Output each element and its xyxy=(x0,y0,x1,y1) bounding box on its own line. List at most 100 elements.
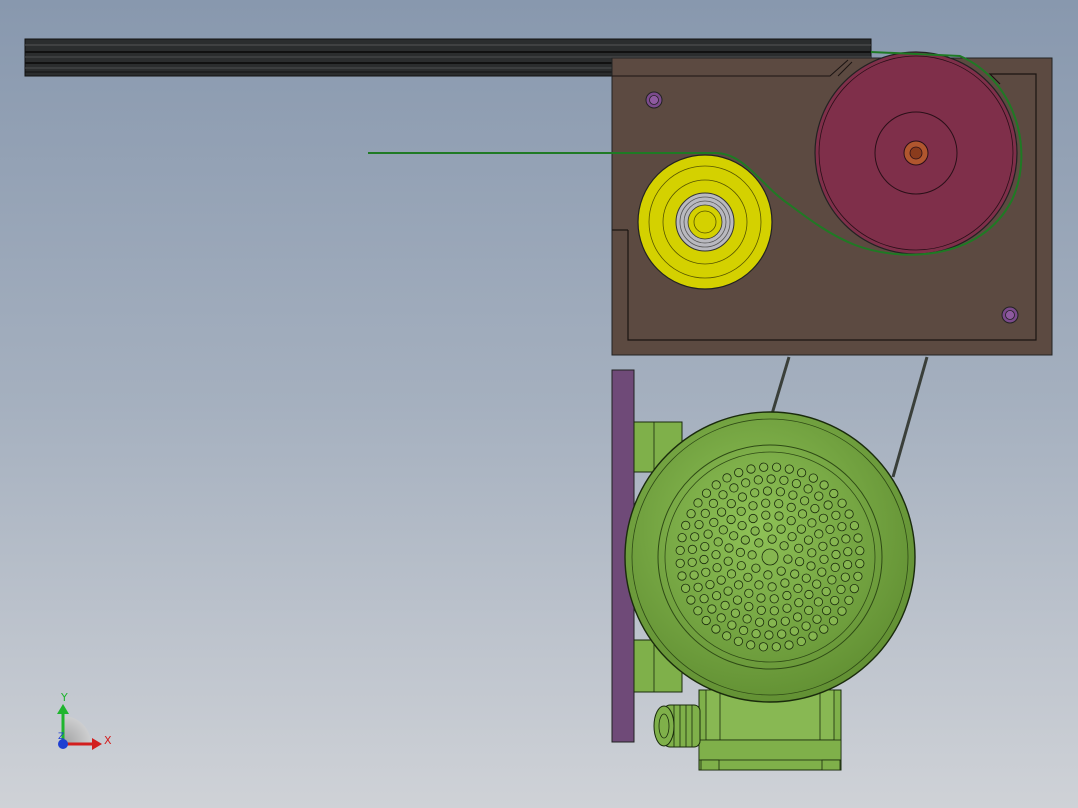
vent-hole xyxy=(687,557,697,567)
vent-hole xyxy=(718,490,728,500)
vent-hole xyxy=(711,624,721,634)
vent-hole xyxy=(804,605,814,616)
vent-hole xyxy=(842,559,853,570)
vent-hole xyxy=(794,598,804,608)
vent-hole xyxy=(761,498,771,508)
vent-hole xyxy=(821,586,831,597)
vent-hole xyxy=(686,595,696,605)
vent-hole xyxy=(746,640,756,650)
vent-hole xyxy=(709,517,719,528)
vent-hole xyxy=(855,558,865,569)
vent-hole xyxy=(775,487,786,497)
cad-model-scene[interactable]: Y X Z xyxy=(0,0,1078,808)
vent-hole xyxy=(711,480,721,490)
vent-hole xyxy=(843,547,853,557)
vent-hole xyxy=(723,556,733,566)
vent-hole xyxy=(699,554,709,565)
vent-hole xyxy=(734,467,744,478)
vent-hole xyxy=(837,522,847,532)
bearing[interactable] xyxy=(675,192,735,252)
vent-hole xyxy=(726,514,736,525)
vent-hole xyxy=(736,561,746,571)
vent-hole xyxy=(803,484,813,494)
vent-hole xyxy=(841,534,851,544)
coordinate-triad[interactable]: Y X Z xyxy=(57,691,112,750)
vent-hole xyxy=(732,595,743,605)
vent-hole xyxy=(784,640,794,650)
vent-hole xyxy=(825,524,835,535)
vent-hole xyxy=(812,579,822,589)
motor-fan-cover[interactable] xyxy=(675,462,865,652)
vent-hole xyxy=(774,499,784,509)
vent-hole xyxy=(707,604,717,614)
vent-hole xyxy=(818,513,829,523)
vent-hole xyxy=(756,605,766,615)
vent-hole xyxy=(766,474,776,484)
vent-hole xyxy=(779,475,789,485)
vent-hole xyxy=(796,468,807,478)
vent-hole xyxy=(733,636,744,646)
vent-hole xyxy=(818,541,828,551)
vent-hole xyxy=(716,575,726,585)
vent-hole xyxy=(837,606,847,616)
vent-hole xyxy=(713,537,723,547)
graphics-viewport[interactable]: Y X Z xyxy=(0,0,1078,808)
vent-hole xyxy=(718,525,728,535)
vent-hole xyxy=(748,501,758,511)
vent-hole xyxy=(827,575,837,585)
vent-hole xyxy=(701,567,711,577)
bolt-top-left[interactable] xyxy=(645,91,663,109)
vent-hole xyxy=(693,582,703,592)
vent-hole xyxy=(791,478,802,489)
vent-hole xyxy=(686,509,696,519)
vent-hole xyxy=(771,642,781,652)
vent-hole xyxy=(829,488,839,499)
vent-hole xyxy=(783,554,793,564)
vent-hole xyxy=(780,616,790,626)
vent-hole xyxy=(751,629,761,639)
vent-hole xyxy=(687,544,698,555)
vent-hole xyxy=(726,569,737,579)
vent-hole xyxy=(723,586,733,596)
large-pulley[interactable] xyxy=(814,51,1018,255)
vent-hole xyxy=(761,548,779,566)
vent-hole xyxy=(680,583,691,593)
vent-hole xyxy=(762,486,773,496)
vent-hole xyxy=(831,549,841,560)
vent-hole xyxy=(830,595,840,606)
vent-hole xyxy=(801,621,811,631)
vent-hole xyxy=(703,529,713,539)
cable-gland[interactable] xyxy=(653,704,701,748)
z-axis-label: Z xyxy=(58,732,64,742)
vent-hole xyxy=(810,503,820,514)
vent-hole xyxy=(808,631,818,641)
vent-hole xyxy=(779,541,789,551)
vent-hole xyxy=(736,506,746,516)
vent-hole xyxy=(782,590,792,601)
vent-hole xyxy=(794,543,804,553)
vent-hole xyxy=(836,584,846,595)
vent-hole xyxy=(789,626,799,636)
vent-hole xyxy=(747,550,757,560)
vent-hole xyxy=(853,571,863,581)
vent-hole xyxy=(700,508,710,519)
vent-hole xyxy=(782,603,792,613)
vent-hole xyxy=(792,612,803,622)
vent-hole xyxy=(767,618,778,628)
vent-hole xyxy=(807,518,817,528)
vent-hole xyxy=(701,615,711,626)
vent-hole xyxy=(840,572,850,582)
vent-hole xyxy=(794,556,805,567)
vent-hole xyxy=(751,563,761,573)
bolt-bottom-right[interactable] xyxy=(1001,306,1019,324)
vent-hole xyxy=(750,526,760,536)
vent-hole xyxy=(753,475,763,485)
vent-hole xyxy=(763,570,773,580)
vent-hole xyxy=(733,580,744,590)
vent-hole xyxy=(735,547,746,558)
vent-hole xyxy=(774,511,784,521)
vent-hole xyxy=(777,629,787,639)
vent-hole xyxy=(758,642,769,652)
vent-hole xyxy=(808,473,818,483)
vent-hole xyxy=(754,617,765,627)
